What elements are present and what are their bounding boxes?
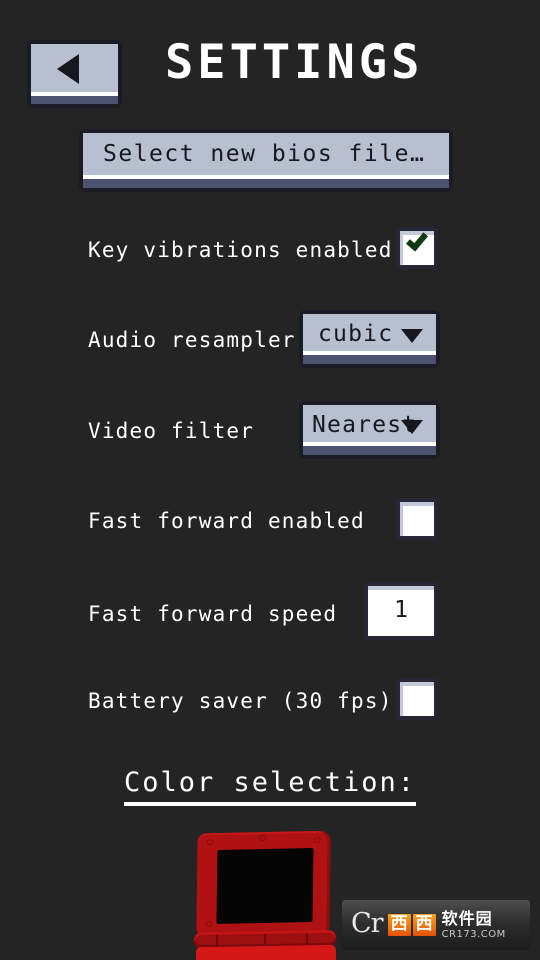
checkbox-inner-highlight-left xyxy=(400,502,403,536)
back-button-shadow xyxy=(31,96,118,104)
watermark-cn-blocks: 西 西 xyxy=(387,914,436,936)
dropdown-shadow xyxy=(303,355,436,364)
device-lid xyxy=(196,830,331,936)
device-screen xyxy=(216,847,314,924)
header-bar: Settings xyxy=(0,0,540,118)
color-selection-heading-text: Color selection: xyxy=(123,767,417,806)
checkbox-key-vibrations[interactable] xyxy=(396,227,438,269)
checkbox-battery-saver[interactable] xyxy=(396,678,438,720)
row-key-vibrations: Key vibrations enabled xyxy=(0,227,540,285)
row-fast-forward-enabled: Fast forward enabled xyxy=(0,498,540,556)
input-fast-forward-speed-value: 1 xyxy=(394,597,408,623)
checkbox-inner-highlight-left xyxy=(400,231,403,265)
device-screw-icon xyxy=(259,834,267,842)
settings-screen: Settings Select new bios file… Key vibra… xyxy=(0,0,540,960)
checkbox-inner-highlight-left xyxy=(400,682,403,716)
row-battery-saver: Battery saver (30 fps) xyxy=(0,678,540,736)
label-video-filter: Video filter xyxy=(88,419,255,443)
watermark-text-group: 软件园 CR173.COM xyxy=(441,908,506,941)
input-fast-forward-speed[interactable]: 1 xyxy=(364,582,438,640)
input-inner-highlight xyxy=(368,586,434,590)
select-bios-file-button[interactable]: Select new bios file… xyxy=(79,129,453,192)
label-battery-saver: Battery saver (30 fps) xyxy=(88,689,393,713)
chevron-down-icon xyxy=(401,420,423,434)
row-video-filter: Video filter Nearest xyxy=(0,401,540,461)
device-screw-icon xyxy=(205,921,213,928)
watermark-logo: Cr xyxy=(351,908,384,939)
chevron-down-icon xyxy=(401,329,423,343)
watermark-url: CR173.COM xyxy=(441,928,506,940)
dropdown-audio-resampler[interactable]: cubic xyxy=(299,310,440,368)
device-preview-red[interactable] xyxy=(193,830,341,960)
checkbox-inner-highlight xyxy=(400,502,434,506)
checkbox-inner-highlight xyxy=(400,682,434,686)
select-bios-label: Select new bios file… xyxy=(103,141,426,167)
label-fast-forward-speed: Fast forward speed xyxy=(88,602,338,626)
device-screw-icon xyxy=(313,836,321,843)
watermark-cn-second: 西 xyxy=(412,914,436,936)
label-audio-resampler: Audio resampler xyxy=(88,328,296,352)
back-button[interactable] xyxy=(27,40,122,108)
watermark-cn-suffix: 软件园 xyxy=(441,908,493,928)
watermark: Cr 西 西 软件园 CR173.COM xyxy=(342,900,530,950)
select-bios-shadow xyxy=(83,179,449,188)
row-fast-forward-speed: Fast forward speed 1 xyxy=(0,582,540,640)
row-audio-resampler: Audio resampler cubic xyxy=(0,310,540,370)
page-title: Settings xyxy=(165,35,424,90)
label-fast-forward-enabled: Fast forward enabled xyxy=(88,509,365,533)
device-screw-icon xyxy=(206,839,214,846)
checkbox-fast-forward-enabled[interactable] xyxy=(396,498,438,540)
dropdown-video-filter[interactable]: Nearest xyxy=(299,401,440,459)
label-key-vibrations: Key vibrations enabled xyxy=(88,238,393,262)
dropdown-shadow xyxy=(303,446,436,455)
color-selection-heading: Color selection: xyxy=(0,766,540,806)
triangle-left-icon xyxy=(57,54,79,84)
dropdown-audio-resampler-value: cubic xyxy=(318,321,394,347)
device-base xyxy=(195,944,337,960)
watermark-cn-first: 西 xyxy=(387,914,411,936)
